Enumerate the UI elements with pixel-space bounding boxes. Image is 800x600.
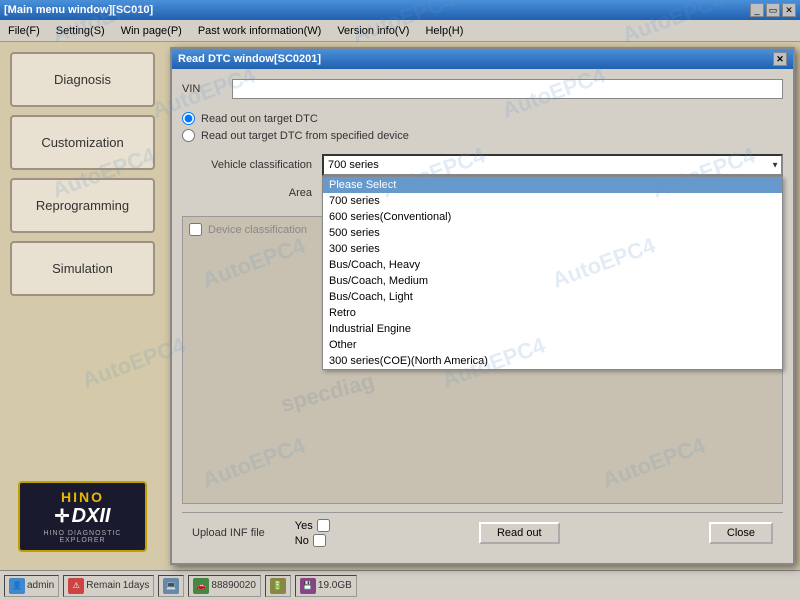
close-button[interactable]: ✕ bbox=[782, 3, 796, 17]
main-title-bar: [Main menu window][SC010] _ ▭ ✕ bbox=[0, 0, 800, 20]
radio-readout-target-label: Read out on target DTC bbox=[201, 113, 318, 125]
yes-label: Yes bbox=[295, 520, 313, 532]
device-classification-label: Device classification bbox=[208, 224, 307, 236]
dropdown-option-600[interactable]: 600 series(Conventional) bbox=[323, 209, 782, 225]
yes-checkbox[interactable] bbox=[317, 519, 330, 532]
status-username: admin bbox=[27, 580, 54, 591]
main-window-title: [Main menu window][SC010] bbox=[4, 4, 153, 16]
dropdown-selected-value[interactable]: 700 series ▼ bbox=[322, 154, 783, 176]
disk-icon: 💾 bbox=[300, 578, 316, 594]
area-label: Area bbox=[182, 187, 312, 199]
status-vehicle-id: 88890020 bbox=[211, 580, 256, 591]
no-row: No bbox=[295, 534, 330, 547]
dropdown-option-300[interactable]: 300 series bbox=[323, 241, 782, 257]
sidebar-btn-diagnosis[interactable]: Diagnosis bbox=[10, 52, 155, 107]
read-dtc-modal: Read DTC window[SC0201] ✕ VIN Read out o… bbox=[170, 47, 795, 565]
car-icon: 🚗 bbox=[193, 578, 209, 594]
computer-icon: 💻 bbox=[163, 578, 179, 594]
sidebar-btn-customization[interactable]: Customization bbox=[10, 115, 155, 170]
hino-subtitle: HINO DIAGNOSTIC EXPLORER bbox=[26, 530, 139, 544]
modal-title-bar: Read DTC window[SC0201] ✕ bbox=[172, 49, 793, 69]
dropdown-option-please-select[interactable]: Please Select bbox=[323, 177, 782, 193]
dropdown-option-bus-medium[interactable]: Bus/Coach, Medium bbox=[323, 273, 782, 289]
dropdown-option-other[interactable]: Other bbox=[323, 337, 782, 353]
dropdown-option-bus-light[interactable]: Bus/Coach, Light bbox=[323, 289, 782, 305]
menu-pastwork[interactable]: Past work information(W) bbox=[190, 23, 329, 39]
dropdown-option-300-coe[interactable]: 300 series(COE)(North America) bbox=[323, 353, 782, 369]
hino-brand-text: HINO bbox=[61, 489, 104, 505]
status-days: 1days bbox=[123, 580, 150, 591]
sidebar-btn-reprogramming[interactable]: Reprogramming bbox=[10, 178, 155, 233]
dxii-model-text: DXII bbox=[72, 505, 111, 528]
person-icon: 👤 bbox=[9, 578, 25, 594]
dropdown-arrow-icon: ▼ bbox=[771, 161, 779, 170]
yes-no-group: Yes No bbox=[295, 519, 330, 547]
radio-readout-target[interactable] bbox=[182, 112, 195, 125]
status-bar: 👤 admin ⚠ Remain 1days 💻 🚗 88890020 🔋 💾 … bbox=[0, 570, 800, 600]
status-disk-size-value: 19.0GB bbox=[318, 580, 352, 591]
vehicle-classification-label: Vehicle classification bbox=[182, 159, 312, 171]
warning-icon: ⚠ bbox=[68, 578, 84, 594]
radio-readout-specified-row: Read out target DTC from specified devic… bbox=[182, 129, 783, 142]
vehicle-classification-dropdown[interactable]: 700 series ▼ Please Select 700 series 60… bbox=[322, 154, 783, 176]
modal-close-button[interactable]: ✕ bbox=[773, 52, 787, 66]
dropdown-option-retro[interactable]: Retro bbox=[323, 305, 782, 321]
modal-overlay: Read DTC window[SC0201] ✕ VIN Read out o… bbox=[165, 42, 800, 570]
sidebar-btn-simulation[interactable]: Simulation bbox=[10, 241, 155, 296]
menu-settings[interactable]: Setting(S) bbox=[48, 23, 113, 39]
menu-bar: File(F) Setting(S) Win page(P) Past work… bbox=[0, 20, 800, 42]
battery-icon: 🔋 bbox=[270, 578, 286, 594]
modal-footer: Upload INF file Yes No Read out bbox=[182, 512, 783, 553]
menu-file[interactable]: File(F) bbox=[0, 23, 48, 39]
minimize-button[interactable]: _ bbox=[750, 3, 764, 17]
readout-button[interactable]: Read out bbox=[479, 522, 560, 544]
no-label: No bbox=[295, 535, 309, 547]
menu-versioninfo[interactable]: Version info(V) bbox=[329, 23, 417, 39]
menu-webpage[interactable]: Win page(P) bbox=[113, 23, 190, 39]
radio-group: Read out on target DTC Read out target D… bbox=[182, 112, 783, 142]
device-classification-checkbox[interactable] bbox=[189, 223, 202, 236]
radio-readout-specified-label: Read out target DTC from specified devic… bbox=[201, 130, 409, 142]
modal-title-text: Read DTC window[SC0201] bbox=[178, 53, 321, 65]
menu-help[interactable]: Help(H) bbox=[417, 23, 471, 39]
restore-button[interactable]: ▭ bbox=[766, 3, 780, 17]
logo-area: HINO ✛ DXII HINO DIAGNOSTIC EXPLORER bbox=[10, 473, 155, 560]
dropdown-option-bus-heavy[interactable]: Bus/Coach, Heavy bbox=[323, 257, 782, 273]
upload-inf-label: Upload INF file bbox=[192, 527, 265, 539]
status-vehicle: 💻 bbox=[158, 575, 184, 597]
close-modal-button[interactable]: Close bbox=[709, 522, 773, 544]
vin-row: VIN bbox=[182, 79, 783, 99]
no-checkbox[interactable] bbox=[313, 534, 326, 547]
radio-readout-specified[interactable] bbox=[182, 129, 195, 142]
status-remain-label: Remain bbox=[86, 580, 120, 591]
dxii-logo: ✛ DXII bbox=[55, 505, 111, 528]
dxii-cross-icon: ✛ bbox=[55, 506, 70, 527]
vin-input[interactable] bbox=[232, 79, 783, 99]
main-area: Diagnosis Customization Reprogramming Si… bbox=[0, 42, 800, 570]
vin-label: VIN bbox=[182, 83, 222, 95]
yes-row: Yes bbox=[295, 519, 330, 532]
modal-body: VIN Read out on target DTC Read out targ… bbox=[172, 69, 793, 563]
status-disk-size: 💾 19.0GB bbox=[295, 575, 357, 597]
vehicle-classification-row: Vehicle classification 700 series ▼ Plea… bbox=[182, 154, 783, 176]
sidebar: Diagnosis Customization Reprogramming Si… bbox=[0, 42, 165, 570]
radio-readout-target-row: Read out on target DTC bbox=[182, 112, 783, 125]
dropdown-option-500[interactable]: 500 series bbox=[323, 225, 782, 241]
title-bar-controls: _ ▭ ✕ bbox=[750, 3, 796, 17]
classification-section: Vehicle classification 700 series ▼ Plea… bbox=[182, 154, 783, 204]
content-area: Read DTC window[SC0201] ✕ VIN Read out o… bbox=[165, 42, 800, 570]
status-car: 🚗 88890020 bbox=[188, 575, 261, 597]
dropdown-option-industrial[interactable]: Industrial Engine bbox=[323, 321, 782, 337]
dropdown-list: Please Select 700 series 600 series(Conv… bbox=[322, 176, 783, 370]
hino-logo: HINO ✛ DXII HINO DIAGNOSTIC EXPLORER bbox=[18, 481, 147, 552]
status-remaining: ⚠ Remain 1days bbox=[63, 575, 154, 597]
status-disk: 🔋 bbox=[265, 575, 291, 597]
status-user: 👤 admin bbox=[4, 575, 59, 597]
dropdown-option-700[interactable]: 700 series bbox=[323, 193, 782, 209]
dropdown-current: 700 series bbox=[328, 159, 379, 171]
